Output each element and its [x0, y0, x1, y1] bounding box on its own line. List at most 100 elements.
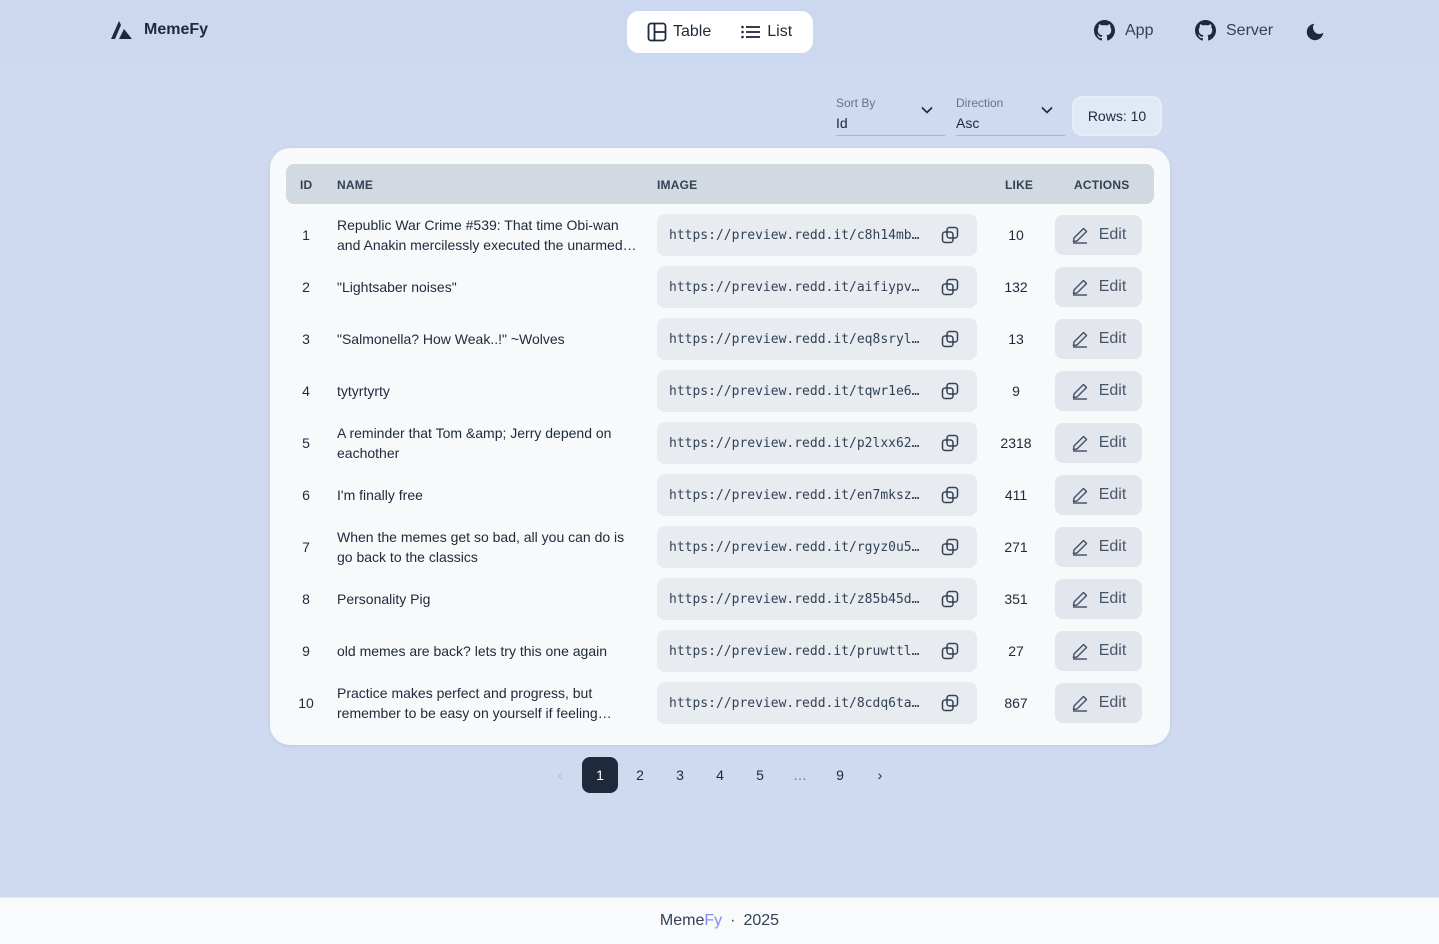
app-github-link[interactable]: App — [1094, 20, 1153, 41]
edit-button[interactable]: Edit — [1055, 527, 1142, 567]
prev-page-button[interactable]: ‹ — [542, 757, 578, 793]
copy-url-button[interactable] — [941, 590, 959, 608]
edit-button[interactable]: Edit — [1055, 319, 1142, 359]
copy-url-button[interactable] — [941, 486, 959, 504]
edit-button[interactable]: Edit — [1055, 631, 1142, 671]
copy-url-button[interactable] — [941, 694, 959, 712]
footer-separator: · — [730, 912, 736, 929]
brand-logo-icon — [111, 21, 132, 39]
copy-icon — [941, 226, 959, 244]
page-button-9[interactable]: 9 — [822, 757, 858, 793]
list-view-button[interactable]: List — [729, 16, 804, 48]
row-image-url: https://preview.redd.it/c8h14mb4… — [669, 227, 925, 243]
brand-name: MemeFy — [144, 21, 209, 38]
row-id: 3 — [302, 331, 310, 347]
row-id: 4 — [302, 383, 310, 399]
row-image-url: https://preview.redd.it/eq8srylj… — [669, 331, 925, 347]
table-row: 8 Personality Pig https://preview.redd.it/… — [286, 573, 1154, 625]
edit-button[interactable]: Edit — [1055, 423, 1142, 463]
page-button-4[interactable]: 4 — [702, 757, 738, 793]
edit-button[interactable]: Edit — [1055, 475, 1142, 515]
page-button-2[interactable]: 2 — [622, 757, 658, 793]
server-github-link[interactable]: Server — [1195, 20, 1273, 41]
footer: Meme Fy · 2025 — [0, 897, 1439, 944]
copy-url-button[interactable] — [941, 434, 959, 452]
row-image-url: https://preview.redd.it/pruwttlu… — [669, 643, 925, 659]
edit-button[interactable]: Edit — [1055, 371, 1142, 411]
row-image-url-field: https://preview.redd.it/en7mkszg… — [657, 474, 977, 516]
row-name-text: When the memes get so bad, all you can d… — [337, 529, 625, 565]
pencil-icon — [1072, 539, 1087, 556]
copy-icon — [941, 642, 959, 660]
row-name-text: tytyrtyrty — [337, 383, 390, 399]
moon-icon — [1306, 23, 1324, 41]
footer-brand-part2: Fy — [704, 912, 723, 929]
rows-per-page-button[interactable]: Rows: 10 — [1072, 96, 1162, 136]
edit-label: Edit — [1098, 642, 1127, 659]
row-image-url-field: https://preview.redd.it/aifiypvf… — [657, 266, 977, 308]
row-image-url: https://preview.redd.it/z85b45di… — [669, 591, 925, 607]
sort-by-select[interactable]: Sort By Id — [836, 94, 945, 136]
copy-url-button[interactable] — [941, 382, 959, 400]
page-button-5[interactable]: 5 — [742, 757, 778, 793]
copy-icon — [941, 486, 959, 504]
row-like-count: 411 — [1004, 487, 1028, 503]
row-image-url-field: https://preview.redd.it/z85b45di… — [657, 578, 977, 620]
page-button-3[interactable]: 3 — [662, 757, 698, 793]
table-row: 3 "Salmonella? How Weak..!" ~Wolves https:… — [286, 313, 1154, 365]
row-like-count: 2318 — [1000, 435, 1032, 451]
row-name: "Salmonella? How Weak..!" ~Wolves — [337, 313, 637, 365]
edit-label: Edit — [1098, 330, 1127, 347]
copy-icon — [941, 434, 959, 452]
row-like-count: 9 — [1012, 383, 1020, 399]
copy-url-button[interactable] — [941, 538, 959, 556]
row-name: A reminder that Tom &amp; Jerry depend o… — [337, 417, 637, 469]
page-button-1[interactable]: 1 — [582, 757, 618, 793]
view-switch: Table List — [627, 11, 813, 53]
edit-button[interactable]: Edit — [1055, 215, 1142, 255]
edit-label: Edit — [1098, 590, 1127, 607]
pencil-icon — [1072, 227, 1087, 244]
direction-select[interactable]: Direction Asc — [956, 94, 1065, 136]
table-layout-icon — [647, 22, 667, 42]
row-like-count: 132 — [1004, 279, 1028, 295]
pencil-icon — [1072, 435, 1087, 452]
copy-url-button[interactable] — [941, 642, 959, 660]
brand[interactable]: MemeFy — [111, 21, 208, 39]
edit-button[interactable]: Edit — [1055, 267, 1142, 307]
table-view-button[interactable]: Table — [635, 16, 723, 48]
table-row: 2 "Lightsaber noises" https://preview.redd… — [286, 261, 1154, 313]
copy-icon — [941, 590, 959, 608]
row-like-count: 13 — [1008, 331, 1024, 347]
row-image-url-field: https://preview.redd.it/rgyz0u5j… — [657, 526, 977, 568]
pencil-icon — [1072, 591, 1087, 608]
row-like-count: 351 — [1004, 591, 1028, 607]
pencil-icon — [1072, 331, 1087, 348]
row-image-url: https://preview.redd.it/p2lxx62d… — [669, 435, 925, 451]
row-id: 8 — [302, 591, 310, 607]
row-name: When the memes get so bad, all you can d… — [337, 521, 637, 573]
row-name-text: I'm finally free — [337, 487, 423, 503]
row-image-url-field: https://preview.redd.it/8cdq6tas… — [657, 682, 977, 724]
header-actions: ACTIONS — [1074, 178, 1130, 192]
direction-label: Direction — [956, 96, 1004, 110]
table-row: 7 When the memes get so bad, all you can … — [286, 521, 1154, 573]
row-name-text: Republic War Crime #539: That time Obi-w… — [337, 217, 637, 253]
theme-toggle-button[interactable] — [1304, 21, 1326, 43]
edit-button[interactable]: Edit — [1055, 579, 1142, 619]
copy-url-button[interactable] — [941, 330, 959, 348]
row-id: 2 — [302, 279, 310, 295]
next-page-button[interactable]: › — [862, 757, 898, 793]
header-image: IMAGE — [657, 178, 698, 192]
table-row: 10 Practice makes perfect and progress, b… — [286, 677, 1154, 729]
edit-label: Edit — [1098, 382, 1127, 399]
row-name-text: "Lightsaber noises" — [337, 279, 457, 295]
chevron-down-icon — [1041, 106, 1053, 114]
copy-url-button[interactable] — [941, 278, 959, 296]
app-link-label: App — [1125, 21, 1154, 39]
edit-label: Edit — [1098, 486, 1127, 503]
edit-button[interactable]: Edit — [1055, 683, 1142, 723]
copy-url-button[interactable] — [941, 226, 959, 244]
copy-icon — [941, 694, 959, 712]
row-image-url: https://preview.redd.it/rgyz0u5j… — [669, 539, 925, 555]
